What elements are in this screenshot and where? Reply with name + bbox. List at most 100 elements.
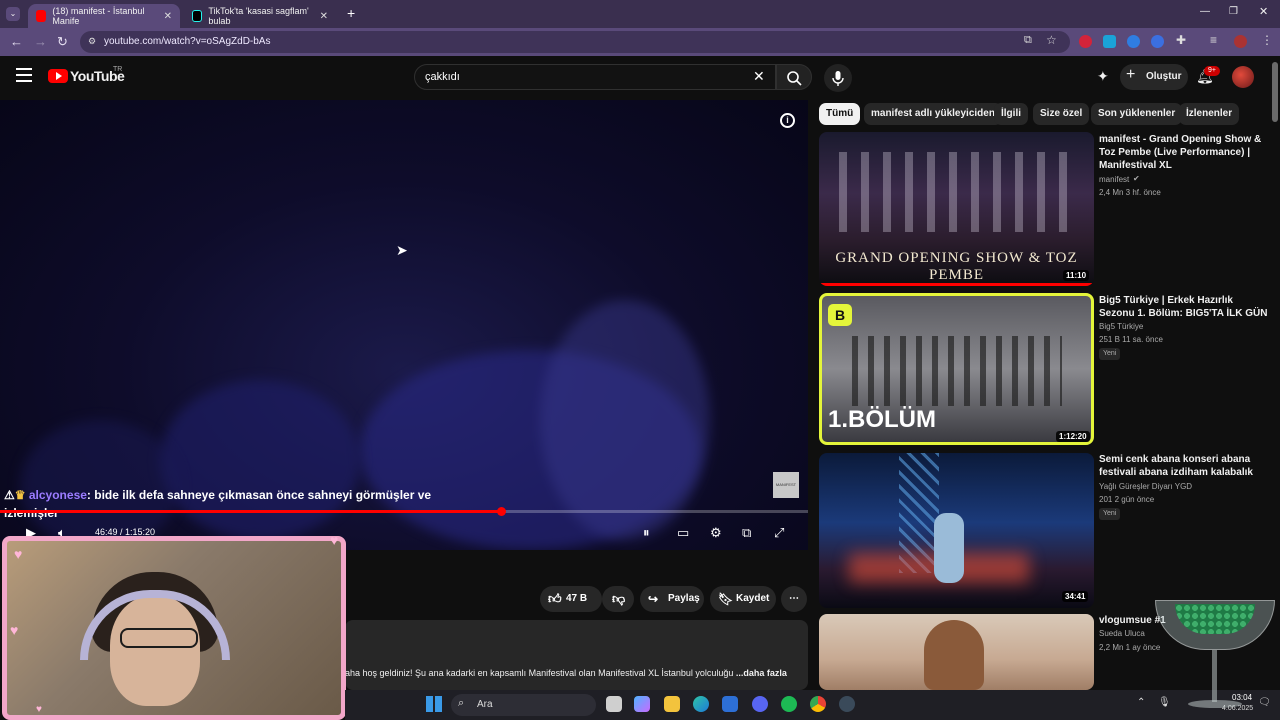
page-scrollbar[interactable] — [1272, 62, 1278, 122]
channel-name[interactable]: Yağlı Güreşler Diyarı YGD — [1099, 482, 1192, 491]
video-duration: 34:41 — [1062, 591, 1089, 602]
description-text: aha hoş geldiniz! Şu ana kadarki en kaps… — [345, 668, 805, 678]
description-box[interactable] — [345, 620, 808, 690]
restore-window-icon[interactable]: ❐ — [1229, 6, 1238, 17]
fullscreen-icon[interactable]: ⤢ — [774, 525, 784, 541]
channel-name[interactable]: manifest — [1099, 175, 1129, 184]
heart-icon: ♥ — [330, 532, 339, 548]
store-icon[interactable] — [722, 696, 738, 712]
tray-microphone-icon[interactable]: 🎙︎ — [1158, 697, 1171, 708]
voice-search-button[interactable] — [824, 64, 852, 92]
cast-icon[interactable]: ✦ — [1097, 68, 1109, 85]
subtitles-icon[interactable]: ▭ — [677, 525, 689, 541]
extension-red-icon[interactable] — [1079, 35, 1092, 48]
search-input[interactable]: çakkıdı — [414, 64, 776, 90]
channel-watermark[interactable]: MANIFEST — [773, 472, 799, 498]
channel-name[interactable]: Sueda Uluca — [1099, 629, 1145, 638]
video-title[interactable]: manifest - Grand Opening Show & Toz Pemb… — [1099, 133, 1269, 172]
extension-audio-icon[interactable] — [1127, 35, 1140, 48]
taskbar-search-input[interactable]: Ara — [451, 694, 596, 716]
glasses-shape — [120, 628, 198, 648]
minimize-window-icon[interactable]: — — [1200, 6, 1210, 17]
thumbnail-people-shape — [852, 336, 1062, 406]
reload-icon[interactable]: ↻ — [57, 34, 68, 50]
new-badge: Yeni — [1099, 508, 1121, 520]
tab-youtube[interactable]: (18) manifest - İstanbul Manife ✕ — [28, 4, 180, 28]
info-icon[interactable]: i — [780, 113, 795, 128]
close-tab-icon[interactable]: ✕ — [320, 11, 328, 22]
video-meta: 2,2 Mn 1 ay önce — [1099, 643, 1161, 652]
channel-name[interactable]: Big5 Türkiye — [1099, 322, 1143, 331]
notification-center-icon[interactable]: 🗨︎ — [1258, 697, 1271, 708]
site-info-icon[interactable]: ⚙ — [88, 36, 96, 47]
close-tab-icon[interactable]: ✕ — [164, 11, 172, 22]
glass-stem-shape — [1212, 650, 1217, 702]
windows-start-icon[interactable] — [426, 696, 442, 712]
video-title[interactable]: Semi cenk abana konseri abana festivali … — [1099, 453, 1269, 479]
video-thumbnail[interactable]: GRAND OPENING SHOW & TOZ PEMBE — [819, 132, 1094, 286]
new-tab-button[interactable]: + — [347, 5, 355, 21]
youtube-favicon-icon — [36, 10, 47, 22]
extension-translate-icon[interactable] — [1103, 35, 1116, 48]
file-explorer-icon[interactable] — [664, 696, 680, 712]
chip-recent[interactable]: Son yüklenenler — [1091, 103, 1183, 125]
chip-watched[interactable]: İzlenenler — [1179, 103, 1240, 125]
task-view-icon[interactable] — [606, 696, 622, 712]
chip-from-uploader[interactable]: manifest adlı yükleyiciden — [864, 103, 1002, 125]
like-button[interactable]: 👍︎ 47 B — [540, 586, 602, 612]
profile-avatar-icon[interactable] — [1234, 35, 1247, 48]
miniplayer-icon[interactable]: ⧉ — [742, 525, 751, 541]
dislike-button[interactable]: 👎︎ — [602, 586, 634, 612]
extensions-puzzle-icon[interactable]: ✚ — [1176, 33, 1186, 47]
progress-scrubber[interactable] — [496, 507, 506, 516]
spotify-icon[interactable] — [781, 696, 797, 712]
tab-search-icon[interactable]: ⌄ — [6, 7, 20, 21]
reading-list-icon[interactable]: ≡ — [1210, 33, 1217, 47]
edge-icon[interactable] — [693, 696, 709, 712]
video-duration: 11:10 — [1063, 270, 1090, 281]
share-button[interactable]: ↪ Paylaş — [640, 586, 704, 612]
taskbar-search-icon: ⌕ — [458, 697, 465, 709]
chip-related[interactable]: İlgili — [994, 103, 1028, 125]
save-button[interactable]: 🔖︎ Kaydet — [710, 586, 776, 612]
progress-bar-fill — [0, 510, 501, 513]
forward-arrow-icon[interactable]: → — [34, 34, 47, 49]
bookmark-star-icon[interactable]: ☆ — [1046, 33, 1057, 47]
youtube-logo-icon[interactable] — [48, 69, 68, 83]
video-player[interactable] — [0, 100, 808, 550]
close-window-icon[interactable]: ✕ — [1259, 5, 1268, 18]
video-thumbnail[interactable] — [819, 614, 1094, 690]
autoplay-toggle-icon[interactable]: ⏸ — [643, 525, 650, 541]
menu-hamburger-icon[interactable] — [16, 68, 32, 82]
address-bar[interactable]: youtube.com/watch?v=oSAgZdD-bAs — [80, 31, 1070, 53]
heart-icon: ♥ — [36, 704, 42, 715]
back-arrow-icon[interactable]: ← — [10, 34, 23, 49]
tray-chevron-icon[interactable]: ⌃ — [1137, 697, 1145, 708]
show-more-link[interactable]: ...daha fazla — [736, 668, 787, 678]
account-avatar[interactable] — [1232, 66, 1254, 88]
more-dots-icon: ⋯ — [789, 593, 799, 604]
browser-menu-icon[interactable]: ⋮ — [1261, 33, 1273, 47]
description-body: aha hoş geldiniz! Şu ana kadarki en kaps… — [345, 668, 734, 678]
copilot-icon[interactable] — [634, 696, 650, 712]
video-meta: 201 2 gün önce — [1099, 495, 1155, 504]
tab-title: TikTok'ta 'kasasi sagflam' bulab — [208, 6, 309, 26]
extension-shield-icon[interactable] — [1151, 35, 1164, 48]
video-thumbnail[interactable] — [819, 453, 1094, 608]
video-thumbnail[interactable]: B 1.BÖLÜM — [819, 293, 1094, 445]
install-app-icon[interactable]: ⧉ — [1024, 34, 1032, 47]
chip-all[interactable]: Tümü — [819, 103, 861, 125]
microphone-icon — [832, 71, 844, 86]
browser-tab-bar: ⌄ (18) manifest - İstanbul Manife ✕ TikT… — [0, 0, 1280, 28]
clear-search-icon[interactable]: ✕ — [753, 68, 765, 85]
chrome-icon[interactable] — [810, 696, 826, 712]
tab-tiktok[interactable]: TikTok'ta 'kasasi sagflam' bulab ✕ — [184, 4, 336, 28]
save-label: Kaydet — [736, 593, 770, 604]
video-title[interactable]: Big5 Türkiye | Erkek Hazırlık Sezonu 1. … — [1099, 294, 1269, 320]
more-actions-button[interactable]: ⋯ — [781, 586, 807, 612]
steam-icon[interactable] — [839, 696, 855, 712]
search-button[interactable] — [776, 64, 812, 90]
settings-gear-icon[interactable]: ⚙ — [710, 525, 722, 541]
chip-for-you[interactable]: Size özel — [1033, 103, 1090, 125]
discord-icon[interactable] — [752, 696, 768, 712]
